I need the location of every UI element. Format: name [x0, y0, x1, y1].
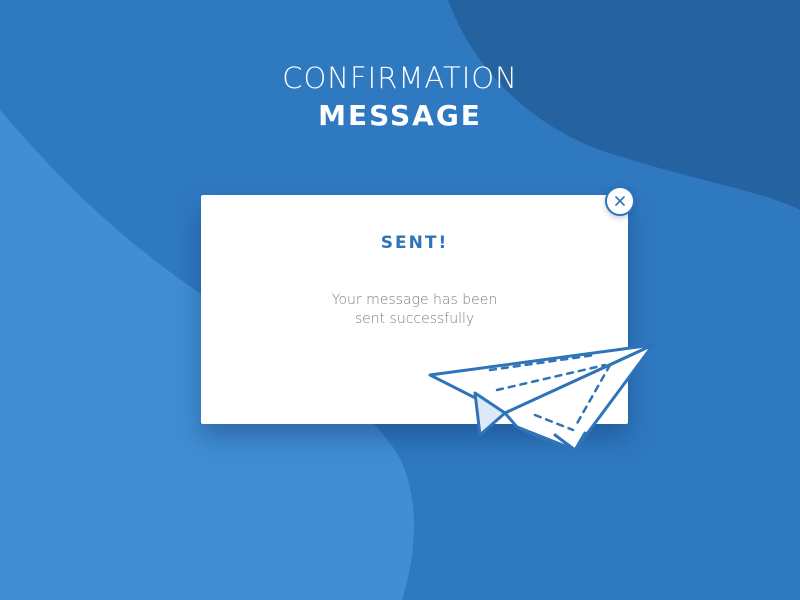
close-icon — [615, 196, 625, 206]
heading-line-confirmation: CONFIRMATION — [282, 61, 518, 95]
dialog-message: Your message has been sent successfully — [201, 291, 628, 329]
page-heading: CONFIRMATION MESSAGE — [0, 58, 800, 134]
paper-plane-icon — [428, 343, 655, 452]
dialog-title: SENT! — [380, 233, 449, 253]
heading-line-message: MESSAGE — [318, 99, 482, 132]
dialog-message-line-1: Your message has been — [331, 292, 498, 308]
dialog-message-line-2: sent successfully — [354, 311, 475, 327]
close-button[interactable] — [605, 186, 635, 216]
